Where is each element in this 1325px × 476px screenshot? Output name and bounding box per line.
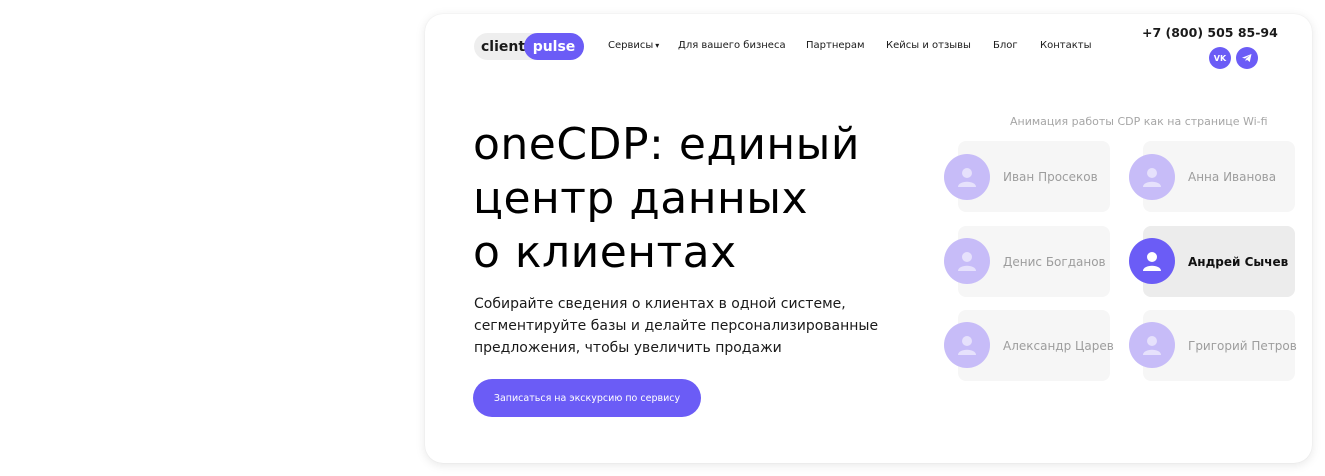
hero-description-line: сегментируйте базы и делайте персонализи… (474, 318, 879, 334)
user-name: Иван Просеков (1003, 169, 1098, 184)
landing-page: client pulse Сервисы ▾ Для вашего бизнеса… (425, 14, 1312, 463)
chevron-down-icon: ▾ (655, 41, 660, 50)
book-tour-button[interactable]: Записаться на экскурсию по сервису (473, 379, 701, 417)
user-name: Александр Царев (1003, 338, 1114, 353)
nav-blog[interactable]: Блог (993, 40, 1018, 51)
user-avatar-icon (944, 322, 990, 368)
user-avatar-icon (1129, 154, 1175, 200)
nav-cases[interactable]: Кейсы и отзывы (886, 40, 971, 51)
logo[interactable]: client pulse (474, 33, 584, 60)
logo-pulse-text: pulse (524, 33, 584, 60)
user-name: Андрей Сычев (1188, 254, 1289, 269)
hero-description-line: предложения, чтобы увеличить продажи (474, 340, 782, 356)
nav-business[interactable]: Для вашего бизнеса (678, 40, 786, 51)
telegram-icon[interactable] (1236, 47, 1258, 69)
telegram-plane-glyph (1242, 54, 1252, 62)
hero-description: Собирайте сведения о клиентах в одной си… (474, 293, 879, 359)
user-name: Денис Богданов (1003, 254, 1106, 269)
user-avatar-icon (1129, 238, 1175, 284)
nav-services-label: Сервисы (608, 40, 654, 51)
hero-title-line: центр данных (473, 173, 809, 224)
user-avatar-icon (944, 238, 990, 284)
vk-icon[interactable]: VK (1209, 47, 1231, 69)
phone-number[interactable]: +7 (800) 505 85-94 (1142, 25, 1278, 40)
user-name: Анна Иванова (1188, 169, 1277, 184)
hero-title-line: о клиентах (473, 227, 737, 278)
logo-client-text: client (481, 38, 526, 55)
user-avatar-icon (944, 154, 990, 200)
nav-contacts[interactable]: Контакты (1040, 40, 1091, 51)
hero-description-line: Собирайте сведения о клиентах в одной си… (474, 296, 846, 312)
hero-title: oneCDP: единый центр данных о клиентах (473, 118, 860, 280)
hero-title-line: oneCDP: единый (473, 119, 861, 170)
user-name: Григорий Петров (1188, 338, 1297, 353)
animation-caption: Анимация работы CDP как на странице Wi-f… (1010, 115, 1268, 128)
nav-partners[interactable]: Партнерам (806, 40, 865, 51)
nav-services[interactable]: Сервисы ▾ (608, 40, 659, 51)
user-avatar-icon (1129, 322, 1175, 368)
